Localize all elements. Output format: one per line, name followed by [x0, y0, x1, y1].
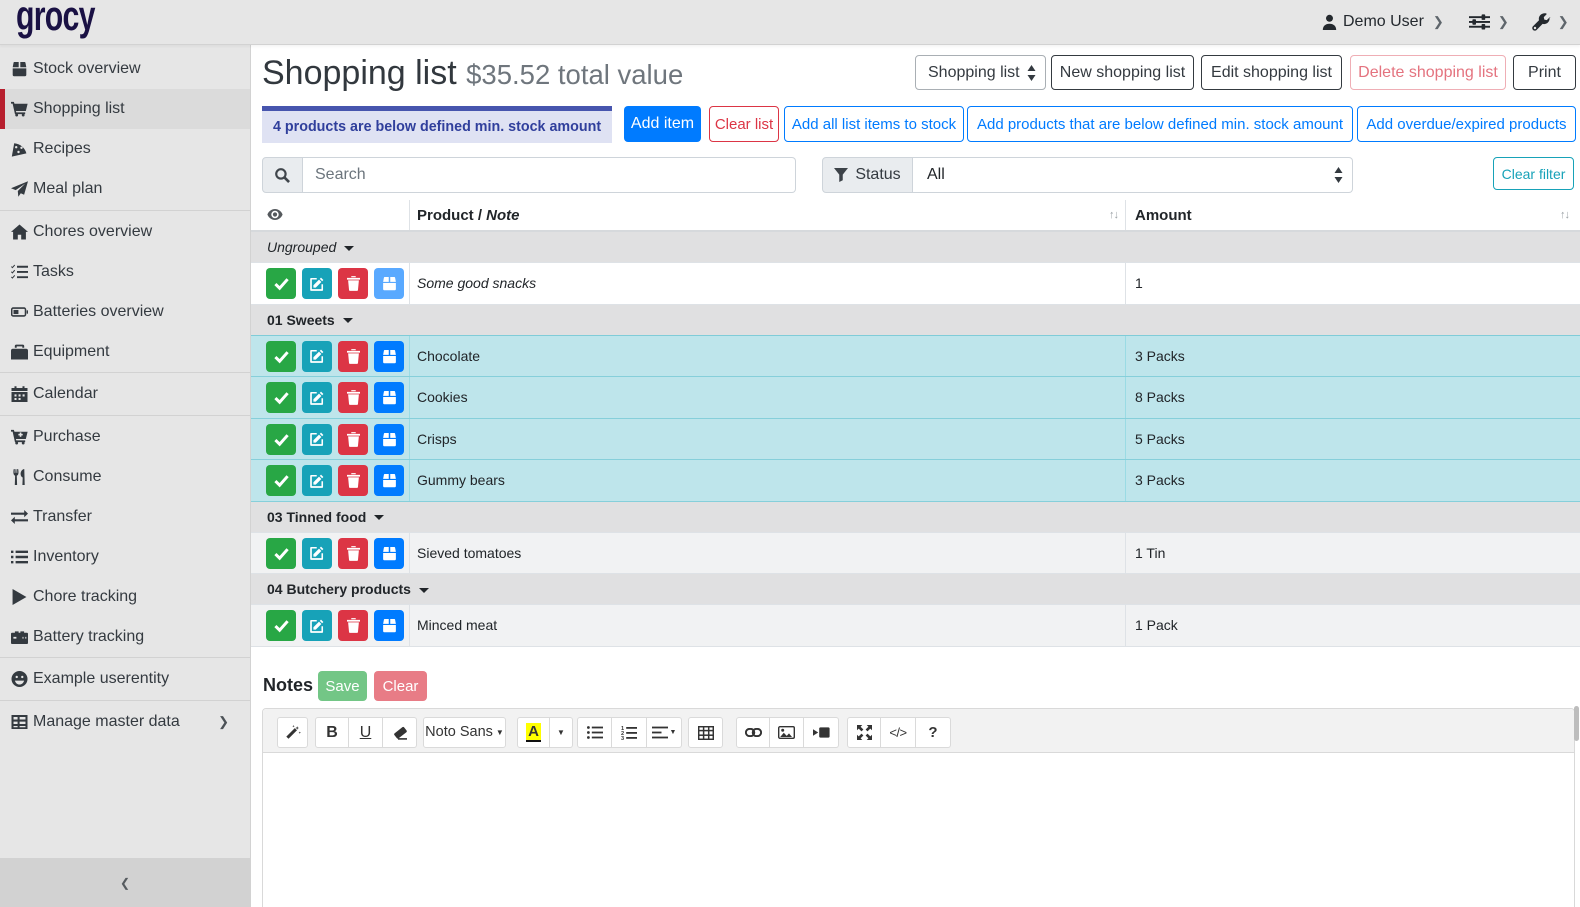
svg-text:3: 3: [621, 736, 624, 740]
